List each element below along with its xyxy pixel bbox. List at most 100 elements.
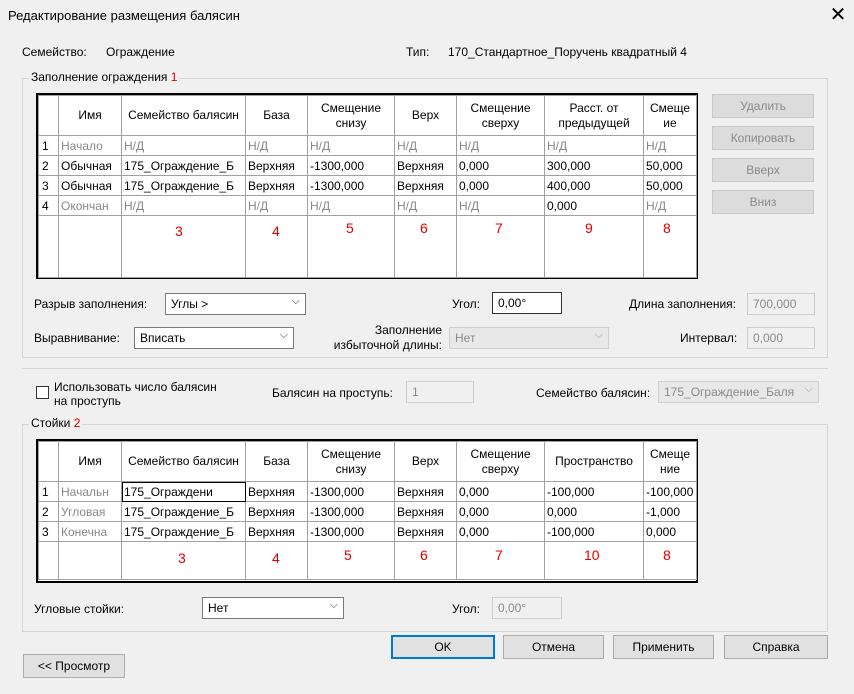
table-cell[interactable]: Н/Д — [544, 135, 644, 156]
row-number[interactable]: 3 — [38, 175, 59, 196]
align-select[interactable]: Вписать ⌵ — [134, 327, 294, 349]
table-cell[interactable]: -1300,000 — [307, 481, 395, 502]
table-cell[interactable]: -100,000 — [544, 481, 644, 502]
table-row[interactable]: 4 Окончан Н/Д Н/Д Н/Д Н/Д Н/Д 0,000 Н/Д — [38, 195, 697, 216]
table-cell[interactable]: Верхняя — [245, 175, 308, 196]
column-header[interactable]: Семейство балясин — [121, 441, 246, 482]
table-cell[interactable]: Верхняя — [245, 155, 308, 176]
table-cell[interactable]: Н/Д — [307, 135, 395, 156]
cancel-button[interactable]: Отмена — [503, 635, 604, 659]
interval-input[interactable]: 0,000 — [747, 327, 815, 349]
table-row[interactable]: 1 Начало Н/Д Н/Д Н/Д Н/Д Н/Д Н/Д Н/Д — [38, 135, 697, 156]
table-cell[interactable]: Угловая — [58, 501, 122, 522]
table-cell[interactable]: 175_Ограждение_Б — [121, 521, 246, 542]
table-cell[interactable]: -1300,000 — [307, 155, 395, 176]
table-cell[interactable]: Верхняя — [245, 521, 308, 542]
table-cell[interactable]: -1300,000 — [307, 175, 395, 196]
table-cell-selected[interactable]: 175_Ограждени — [121, 481, 246, 502]
table-cell[interactable]: 0,000 — [643, 521, 697, 542]
table-cell[interactable]: Верхняя — [394, 481, 457, 502]
table-cell[interactable]: 0,000 — [456, 521, 545, 542]
row-number[interactable]: 1 — [38, 481, 59, 502]
table-row[interactable]: 2 Угловая 175_Ограждение_Б Верхняя -1300… — [38, 501, 697, 522]
table-cell[interactable]: Окончан — [58, 195, 122, 216]
table-cell[interactable]: Начальн — [58, 481, 122, 502]
posts-angle-input[interactable]: 0,00° — [492, 597, 562, 619]
per-tread-input[interactable]: 1 — [406, 381, 474, 403]
table-cell[interactable]: 50,000 — [643, 175, 697, 196]
copy-button[interactable]: Копировать — [712, 126, 814, 150]
preview-button[interactable]: << Просмотр — [23, 654, 125, 678]
table-cell[interactable]: -1300,000 — [307, 501, 395, 522]
table-cell[interactable]: Н/Д — [394, 195, 457, 216]
help-button[interactable]: Справка — [724, 635, 828, 659]
length-input[interactable]: 700,000 — [747, 293, 815, 315]
table-row[interactable]: 3 Обычная 175_Ограждение_Б Верхняя -1300… — [38, 175, 697, 196]
table-cell[interactable]: 50,000 — [643, 155, 697, 176]
table-cell[interactable]: Верхняя — [394, 155, 457, 176]
table-cell[interactable]: 175_Ограждение_Б — [121, 155, 246, 176]
table-cell[interactable]: Конечна — [58, 521, 122, 542]
column-header[interactable]: База — [245, 441, 308, 482]
column-header[interactable]: База — [245, 95, 308, 136]
column-header[interactable]: Расст. от предыдущей — [544, 95, 644, 136]
break-select[interactable]: Углы > ⌵ — [165, 293, 306, 315]
column-header[interactable]: Смещение снизу — [307, 95, 395, 136]
table-cell[interactable]: Верхняя — [394, 521, 457, 542]
row-number[interactable]: 2 — [38, 501, 59, 522]
fill-grid[interactable]: Имя Семейство балясин База Смещение сниз… — [36, 93, 698, 279]
table-cell[interactable]: Верхняя — [245, 501, 308, 522]
table-cell[interactable]: 300,000 — [544, 155, 644, 176]
move-down-button[interactable]: Вниз — [712, 190, 814, 214]
table-cell[interactable]: Начало — [58, 135, 122, 156]
table-cell[interactable]: Н/Д — [643, 135, 697, 156]
table-cell[interactable]: -1300,000 — [307, 521, 395, 542]
table-cell[interactable]: Верхняя — [245, 481, 308, 502]
column-header[interactable]: Имя — [58, 95, 122, 136]
table-cell[interactable]: Обычная — [58, 155, 122, 176]
column-header[interactable]: Смещение сверху — [456, 95, 545, 136]
column-header[interactable]: Верх — [394, 441, 457, 482]
table-cell[interactable]: 400,000 — [544, 175, 644, 196]
table-cell[interactable]: -1,000 — [643, 501, 697, 522]
apply-button[interactable]: Применить — [613, 635, 714, 659]
table-cell[interactable]: 0,000 — [456, 175, 545, 196]
table-cell[interactable]: Н/Д — [456, 195, 545, 216]
table-cell[interactable]: Верхняя — [394, 175, 457, 196]
row-number[interactable]: 4 — [38, 195, 59, 216]
table-cell[interactable]: -100,000 — [544, 521, 644, 542]
table-row[interactable]: 2 Обычная 175_Ограждение_Б Верхняя -1300… — [38, 155, 697, 176]
angle-input[interactable]: 0,00° — [492, 292, 562, 314]
delete-button[interactable]: Удалить — [712, 94, 814, 118]
corner-posts-select[interactable]: Нет ⌵ — [202, 597, 344, 619]
table-cell[interactable]: 0,000 — [544, 195, 644, 216]
column-header[interactable]: Семейство балясин — [121, 95, 246, 136]
table-cell[interactable]: Н/Д — [394, 135, 457, 156]
excess-select[interactable]: Нет ⌵ — [449, 327, 609, 349]
table-cell[interactable]: Н/Д — [121, 195, 246, 216]
table-cell[interactable]: Верхняя — [394, 501, 457, 522]
table-cell[interactable]: 175_Ограждение_Б — [121, 175, 246, 196]
table-cell[interactable]: Н/Д — [245, 195, 308, 216]
table-cell[interactable]: 175_Ограждение_Б — [121, 501, 246, 522]
table-cell[interactable]: Н/Д — [245, 135, 308, 156]
table-cell[interactable]: 0,000 — [456, 501, 545, 522]
table-cell[interactable]: Н/Д — [121, 135, 246, 156]
column-header[interactable]: Пространство — [544, 441, 644, 482]
ok-button[interactable]: OK — [391, 635, 495, 659]
table-row[interactable]: 3 Конечна 175_Ограждение_Б Верхняя -1300… — [38, 521, 697, 542]
table-cell[interactable]: 0,000 — [456, 481, 545, 502]
table-row[interactable]: 1 Начальн 175_Ограждени Верхняя -1300,00… — [38, 481, 697, 502]
table-cell[interactable]: Н/Д — [456, 135, 545, 156]
row-number[interactable]: 3 — [38, 521, 59, 542]
column-header[interactable]: Смещение снизу — [307, 441, 395, 482]
table-cell[interactable]: 0,000 — [544, 501, 644, 522]
row-number[interactable]: 1 — [38, 135, 59, 156]
column-header[interactable]: Смеще ие — [643, 95, 697, 136]
tread-family-select[interactable]: 175_Ограждение_Баля ⌵ — [658, 381, 819, 403]
column-header[interactable]: Верх — [394, 95, 457, 136]
column-header[interactable]: Имя — [58, 441, 122, 482]
table-cell[interactable]: -100,000 — [643, 481, 697, 502]
table-cell[interactable]: 0,000 — [456, 155, 545, 176]
column-header[interactable]: Смеще ние — [643, 441, 697, 482]
